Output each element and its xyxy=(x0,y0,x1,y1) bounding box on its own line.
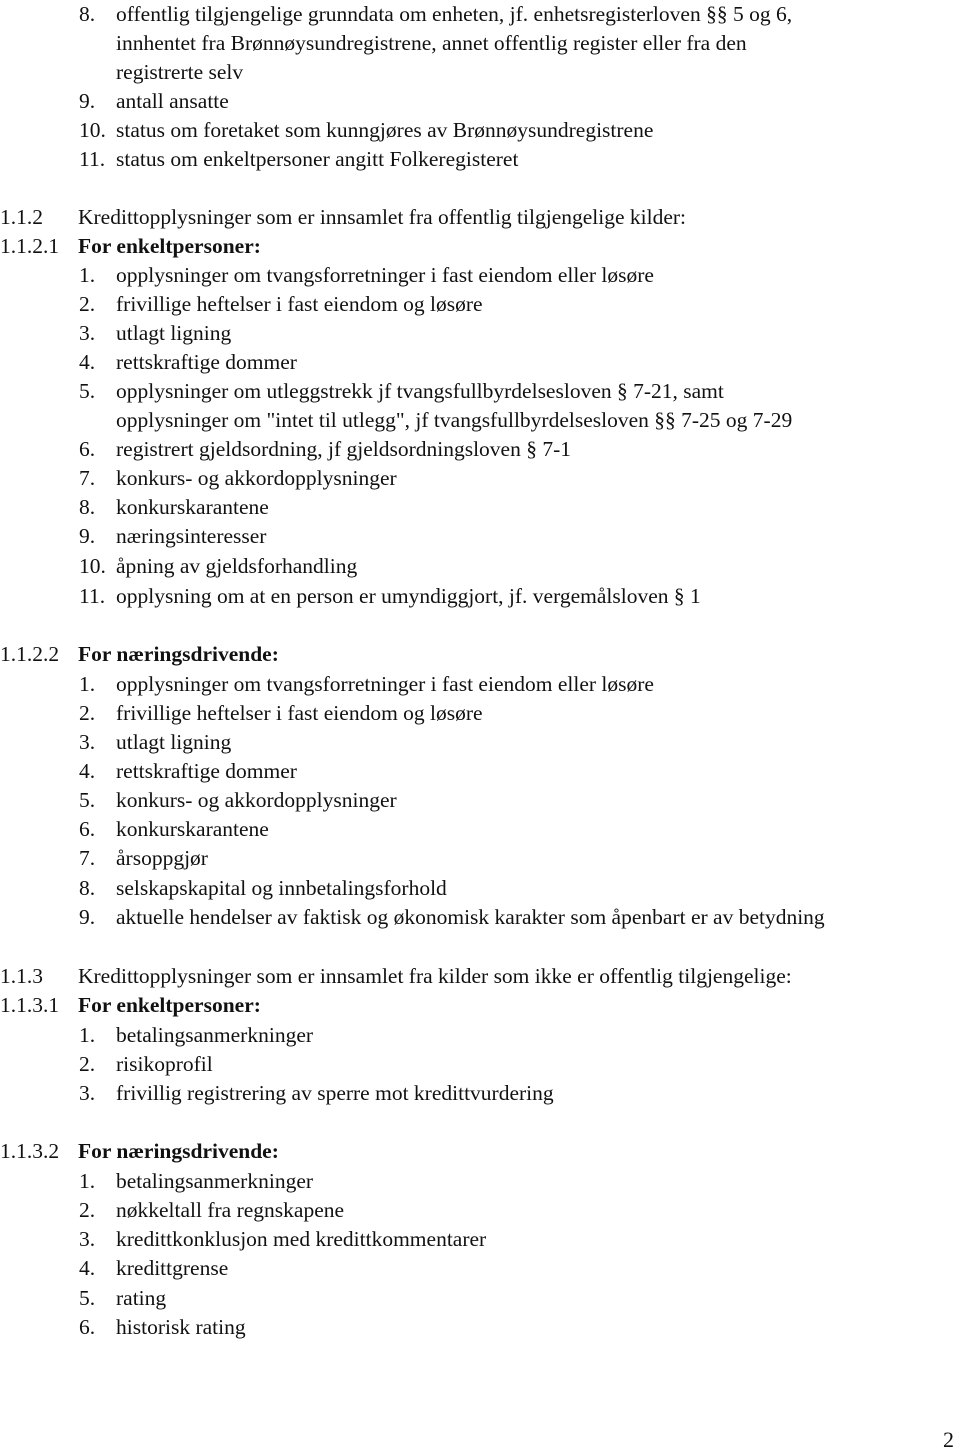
list-item-text: rating xyxy=(116,1286,167,1310)
list-item-number: 2. xyxy=(79,1198,96,1222)
subsection-number: 1.1.3.1 xyxy=(0,993,60,1017)
list-item-text: konkurs- og akkordopplysninger xyxy=(116,788,397,812)
list-item-number: 11. xyxy=(79,584,106,608)
list-item-number: 1. xyxy=(79,1023,96,1047)
list-item-number: 8. xyxy=(79,2,96,26)
list-item-number: 6. xyxy=(79,817,96,841)
list-item-number: 8. xyxy=(79,876,96,900)
list-item-text: konkurs- og akkordopplysninger xyxy=(116,466,397,490)
list-item-number: 9. xyxy=(79,905,96,929)
list-item-number: 3. xyxy=(79,1081,96,1105)
list-item-text: utlagt ligning xyxy=(116,321,232,345)
subsection-title: For enkeltpersoner: xyxy=(78,993,261,1017)
list-item-text: årsoppgjør xyxy=(116,846,208,870)
list-item-text: betalingsanmerkninger xyxy=(116,1169,314,1193)
subsection-title: For enkeltpersoner: xyxy=(78,234,261,258)
list-item-text: rettskraftige dommer xyxy=(116,350,297,374)
list-item-number: 3. xyxy=(79,730,96,754)
list-item-text: opplysninger om tvangsforretninger i fas… xyxy=(116,672,654,696)
list-item-text: konkurskarantene xyxy=(116,495,269,519)
list-item-text: status om foretaket som kunngjøres av Br… xyxy=(116,118,654,142)
list-item-number: 2. xyxy=(79,292,96,316)
list-item-text: offentlig tilgjengelige grunndata om enh… xyxy=(116,2,793,26)
subsection-number: 1.1.3.2 xyxy=(0,1139,60,1163)
list-item-number: 3. xyxy=(79,321,96,345)
list-item-text: risikoprofil xyxy=(116,1052,213,1076)
list-item-number: 6. xyxy=(79,1315,96,1339)
list-item-number: 4. xyxy=(79,759,96,783)
list-item-text: næringsinteresser xyxy=(116,524,267,548)
list-item-text: frivillig registrering av sperre mot kre… xyxy=(116,1081,554,1105)
list-item-number: 1. xyxy=(79,263,96,287)
list-item-text: frivillige heftelser i fast eiendom og l… xyxy=(116,292,483,316)
list-item-text: aktuelle hendelser av faktisk og økonomi… xyxy=(116,905,825,929)
list-item-text: antall ansatte xyxy=(116,89,229,113)
list-item-text: frivillige heftelser i fast eiendom og l… xyxy=(116,701,483,725)
list-item-number: 10. xyxy=(79,554,106,578)
list-item-number: 1. xyxy=(79,672,96,696)
list-item-text: opplysning om at en person er umyndiggjo… xyxy=(116,584,701,608)
list-item-number: 11. xyxy=(79,147,106,171)
subsection-number: 1.1.2.1 xyxy=(0,234,60,258)
list-item-text: konkurskarantene xyxy=(116,817,269,841)
list-item-number: 9. xyxy=(79,524,96,548)
section-number: 1.1.2 xyxy=(0,205,43,229)
list-item-number: 6. xyxy=(79,437,96,461)
list-item-text: nøkkeltall fra regnskapene xyxy=(116,1198,345,1222)
list-item-number: 8. xyxy=(79,495,96,519)
document-page: 8. offentlig tilgjengelige grunndata om … xyxy=(0,0,960,1456)
section-title: Kredittopplysninger som er innsamlet fra… xyxy=(78,964,792,988)
list-item-text: selskapskapital og innbetalingsforhold xyxy=(116,876,447,900)
list-item-number: 4. xyxy=(79,350,96,374)
section-number: 1.1.3 xyxy=(0,964,43,988)
list-item-number: 9. xyxy=(79,89,96,113)
list-item-text: åpning av gjeldsforhandling xyxy=(116,554,358,578)
list-item-text: kredittgrense xyxy=(116,1256,229,1280)
list-item-number: 10. xyxy=(79,118,106,142)
list-item-text: kredittkonklusjon med kredittkommentarer xyxy=(116,1227,487,1251)
page-number: 2 xyxy=(943,1427,954,1452)
list-item-text: registrert gjeldsordning, jf gjeldsordni… xyxy=(116,437,572,461)
list-item-text: opplysninger om "intet til utlegg", jf t… xyxy=(116,408,793,432)
list-item-number: 5. xyxy=(79,379,96,403)
list-item-number: 7. xyxy=(79,846,96,870)
list-item-number: 2. xyxy=(79,701,96,725)
list-item-text: status om enkeltpersoner angitt Folkereg… xyxy=(116,147,519,171)
subsection-title: For næringsdrivende: xyxy=(78,1139,279,1163)
list-item-text: opplysninger om utleggstrekk jf tvangsfu… xyxy=(116,379,724,403)
list-item-text: historisk rating xyxy=(116,1315,246,1339)
list-item-number: 3. xyxy=(79,1227,96,1251)
subsection-title: For næringsdrivende: xyxy=(78,642,279,666)
list-item-text: innhentet fra Brønnøysundregistrene, ann… xyxy=(116,31,747,55)
list-item-number: 5. xyxy=(79,1286,96,1310)
section-title: Kredittopplysninger som er innsamlet fra… xyxy=(78,205,687,229)
list-item-text: betalingsanmerkninger xyxy=(116,1023,314,1047)
list-item-number: 7. xyxy=(79,466,96,490)
list-item-number: 4. xyxy=(79,1256,96,1280)
list-item-number: 2. xyxy=(79,1052,96,1076)
list-item-text: opplysninger om tvangsforretninger i fas… xyxy=(116,263,654,287)
list-item-number: 1. xyxy=(79,1169,96,1193)
subsection-number: 1.1.2.2 xyxy=(0,642,60,666)
list-item-text: registrerte selv xyxy=(116,60,244,84)
list-item-number: 5. xyxy=(79,788,96,812)
list-item-text: utlagt ligning xyxy=(116,730,232,754)
list-item-text: rettskraftige dommer xyxy=(116,759,297,783)
